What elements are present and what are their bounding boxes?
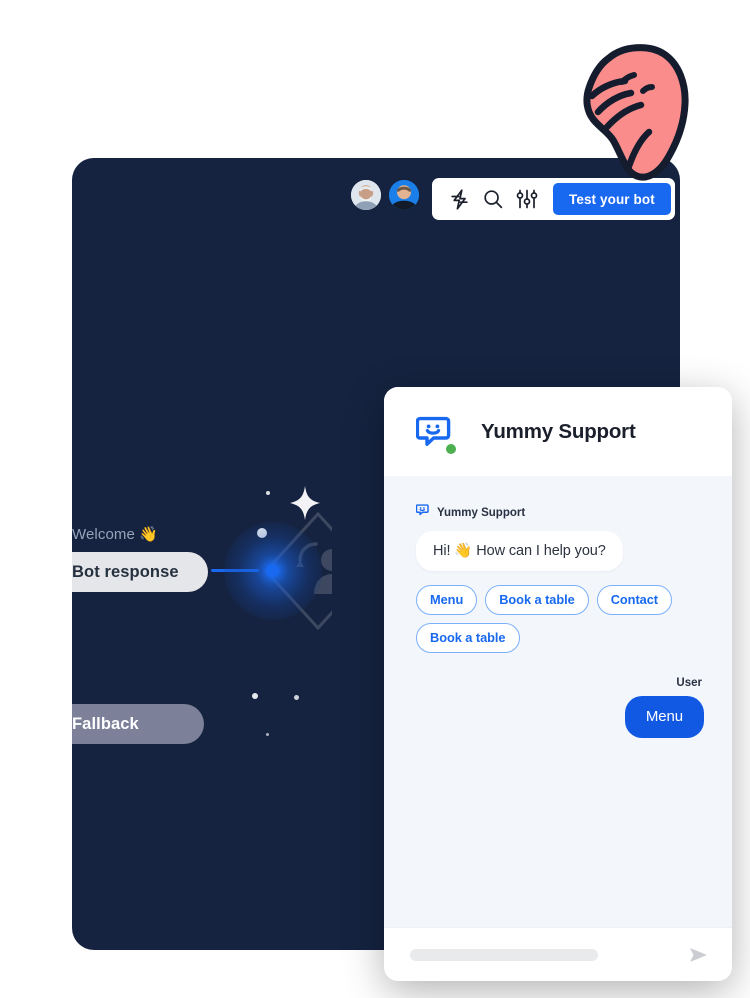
decorative-dot bbox=[294, 695, 299, 700]
user-sender-name: User bbox=[676, 677, 702, 689]
chat-widget-title: Yummy Support bbox=[481, 419, 636, 443]
message-input[interactable] bbox=[410, 948, 598, 961]
avatar-group bbox=[351, 180, 419, 210]
decorative-dot bbox=[252, 693, 258, 699]
quick-reply-group: Menu Book a table Contact Book a table bbox=[416, 585, 682, 653]
flow-node-bot-response-label: Bot response bbox=[72, 562, 179, 581]
flow-node-fallback[interactable]: Fallback bbox=[72, 704, 204, 744]
chat-widget: Yummy Support Yummy Support Hi! 👋 How ca… bbox=[384, 387, 732, 981]
avatar[interactable] bbox=[351, 180, 381, 210]
bot-avatar-icon bbox=[415, 503, 430, 522]
flow-label-welcome: Welcome 👋 bbox=[72, 526, 158, 543]
user-message-bubble: Menu bbox=[624, 696, 704, 738]
top-toolbar: Test your bot bbox=[432, 178, 675, 220]
bot-message-bubble: Hi! 👋 How can I help you? bbox=[416, 531, 623, 571]
decorative-dot bbox=[266, 491, 270, 495]
avatar[interactable] bbox=[389, 180, 419, 210]
sliders-icon[interactable] bbox=[510, 182, 544, 216]
bot-sender-row: Yummy Support bbox=[415, 503, 704, 522]
quick-reply-button[interactable]: Book a table bbox=[416, 623, 520, 653]
bot-sender-name: Yummy Support bbox=[437, 506, 526, 519]
flow-node-bot-response[interactable]: Bot response bbox=[72, 552, 208, 592]
user-message-block: User Menu bbox=[416, 677, 704, 738]
quick-reply-button[interactable]: Menu bbox=[416, 585, 478, 615]
sparkle-icon bbox=[290, 486, 320, 520]
chat-message-list: Yummy Support Hi! 👋 How can I help you? … bbox=[384, 476, 732, 927]
chat-input-bar bbox=[384, 927, 732, 981]
quick-reply-button[interactable]: Contact bbox=[596, 585, 673, 615]
test-your-bot-button[interactable]: Test your bot bbox=[553, 183, 671, 215]
send-arrow-icon[interactable] bbox=[686, 942, 712, 968]
chat-widget-header: Yummy Support bbox=[384, 387, 732, 476]
flow-canvas[interactable]: Welcome 👋 Bot response Fallback bbox=[72, 158, 332, 950]
flow-node-fallback-label: Fallback bbox=[72, 714, 139, 733]
online-status-dot bbox=[446, 443, 456, 454]
decorative-dot bbox=[266, 733, 269, 736]
app-panel: Welcome 👋 Bot response Fallback Test you… bbox=[72, 158, 732, 981]
flow-connector-dot[interactable] bbox=[266, 564, 279, 577]
lightning-icon[interactable] bbox=[442, 182, 476, 216]
search-icon[interactable] bbox=[476, 182, 510, 216]
chatbot-logo-icon bbox=[415, 413, 456, 454]
quick-reply-button[interactable]: Book a table bbox=[485, 585, 589, 615]
